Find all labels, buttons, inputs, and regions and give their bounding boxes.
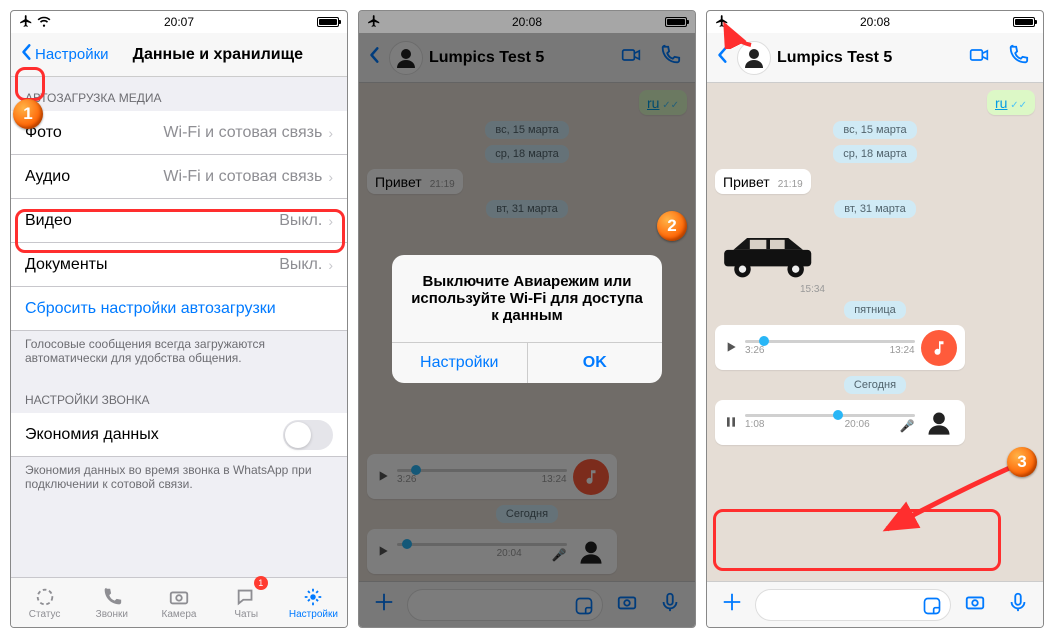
airplane-icon: [19, 14, 33, 31]
status-time: 20:08: [707, 15, 1043, 29]
phone-settings: 20:07 Настройки Данные и хранилище АВТОЗ…: [10, 10, 348, 628]
date-chip: вт, 31 марта: [834, 200, 915, 218]
row-video[interactable]: Видео Выкл. ›: [11, 199, 347, 243]
alert-settings-button[interactable]: Настройки: [392, 343, 528, 383]
sticker-message: 15:34: [715, 224, 825, 295]
row-documents[interactable]: Документы Выкл. ›: [11, 243, 347, 287]
attach-icon[interactable]: [713, 591, 751, 618]
row-photo[interactable]: Фото Wi-Fi и сотовая связь ›: [11, 111, 347, 155]
date-chip: Сегодня: [844, 376, 906, 394]
footnote-call: Экономия данных во время звонка в WhatsA…: [11, 457, 347, 505]
date-chip: ср, 18 марта: [833, 145, 917, 163]
mic-icon[interactable]: [999, 591, 1037, 618]
back-chevron-icon[interactable]: [713, 45, 731, 71]
tab-chats[interactable]: Чаты 1: [213, 578, 280, 627]
airplane-icon: [715, 14, 729, 31]
tab-status[interactable]: Статус: [11, 578, 78, 627]
tab-calls[interactable]: Звонки: [78, 578, 145, 627]
nav-bar: Настройки Данные и хранилище: [11, 33, 347, 77]
footnote-media: Голосовые сообщения всегда загружаются а…: [11, 331, 347, 379]
tab-bar: Статус Звонки Камера Чаты 1 Настройки: [11, 577, 347, 627]
battery-icon: [317, 17, 339, 27]
date-chip: вс, 15 марта: [833, 121, 916, 139]
message-input[interactable]: [755, 589, 951, 621]
video-call-icon[interactable]: [959, 45, 999, 70]
message-in: Привет21:19: [715, 169, 811, 194]
row-data-saver: Экономия данных: [11, 413, 347, 457]
music-icon: [921, 330, 957, 366]
alert-message: Выключите Авиарежим или используйте Wi-F…: [392, 255, 662, 343]
sticker-icon[interactable]: [922, 596, 942, 621]
message-out: ru ✓✓: [987, 90, 1035, 115]
callout-badge-2: 2: [657, 211, 687, 241]
chevron-right-icon: ›: [328, 125, 333, 141]
audio-message[interactable]: 3:2613:24: [715, 325, 965, 370]
alert-ok-button[interactable]: OK: [528, 343, 663, 383]
tab-camera[interactable]: Камера: [145, 578, 212, 627]
chevron-right-icon: ›: [328, 257, 333, 273]
chat-area: ru ✓✓ вс, 15 марта ср, 18 марта Привет21…: [707, 83, 1043, 581]
status-bar: 20:07: [11, 11, 347, 33]
battery-icon: [1013, 17, 1035, 27]
contact-avatar[interactable]: [737, 41, 771, 75]
status-bar: 20:08: [707, 11, 1043, 33]
row-audio[interactable]: Аудио Wi-Fi и сотовая связь ›: [11, 155, 347, 199]
pause-icon[interactable]: [723, 414, 739, 433]
airplane-alert: Выключите Авиарежим или используйте Wi-F…: [392, 255, 662, 383]
status-time: 20:07: [11, 15, 347, 29]
chat-input-bar: [707, 581, 1043, 627]
play-icon[interactable]: [723, 339, 739, 358]
back-label[interactable]: Настройки: [35, 46, 109, 63]
chat-navbar: Lumpics Test 5: [707, 33, 1043, 83]
reset-autodownload[interactable]: Сбросить настройки автозагрузки: [11, 287, 347, 331]
chevron-right-icon: ›: [328, 169, 333, 185]
chevron-right-icon: ›: [328, 213, 333, 229]
phone-chat-alert: 20:08 Lumpics Test 5 ru ✓✓ вс, 15 марта …: [358, 10, 696, 628]
back-chevron-icon[interactable]: [17, 42, 35, 68]
voice-call-icon[interactable]: [999, 44, 1037, 71]
camera-icon[interactable]: [955, 591, 995, 618]
contact-name[interactable]: Lumpics Test 5: [777, 49, 959, 67]
media-header: АВТОЗАГРУЗКА МЕДИА: [11, 77, 347, 111]
phone-chat-playing: 20:08 Lumpics Test 5 ru ✓✓ вс, 15 марта …: [706, 10, 1044, 628]
wifi-icon: [37, 14, 51, 31]
date-chip: пятница: [844, 301, 906, 319]
chats-badge: 1: [254, 576, 268, 590]
alert-overlay: Выключите Авиарежим или используйте Wi-F…: [359, 11, 695, 627]
call-header: НАСТРОЙКИ ЗВОНКА: [11, 379, 347, 413]
voice-message-playing[interactable]: 1:0820:06🎤: [715, 400, 965, 445]
callout-badge-3: 3: [1007, 447, 1037, 477]
nav-title: Данные и хранилище: [109, 46, 327, 64]
sender-avatar: [921, 405, 957, 441]
tab-settings[interactable]: Настройки: [280, 578, 347, 627]
callout-badge-1: 1: [13, 99, 43, 129]
data-saver-toggle[interactable]: [283, 420, 333, 450]
car-sticker: [715, 224, 825, 284]
